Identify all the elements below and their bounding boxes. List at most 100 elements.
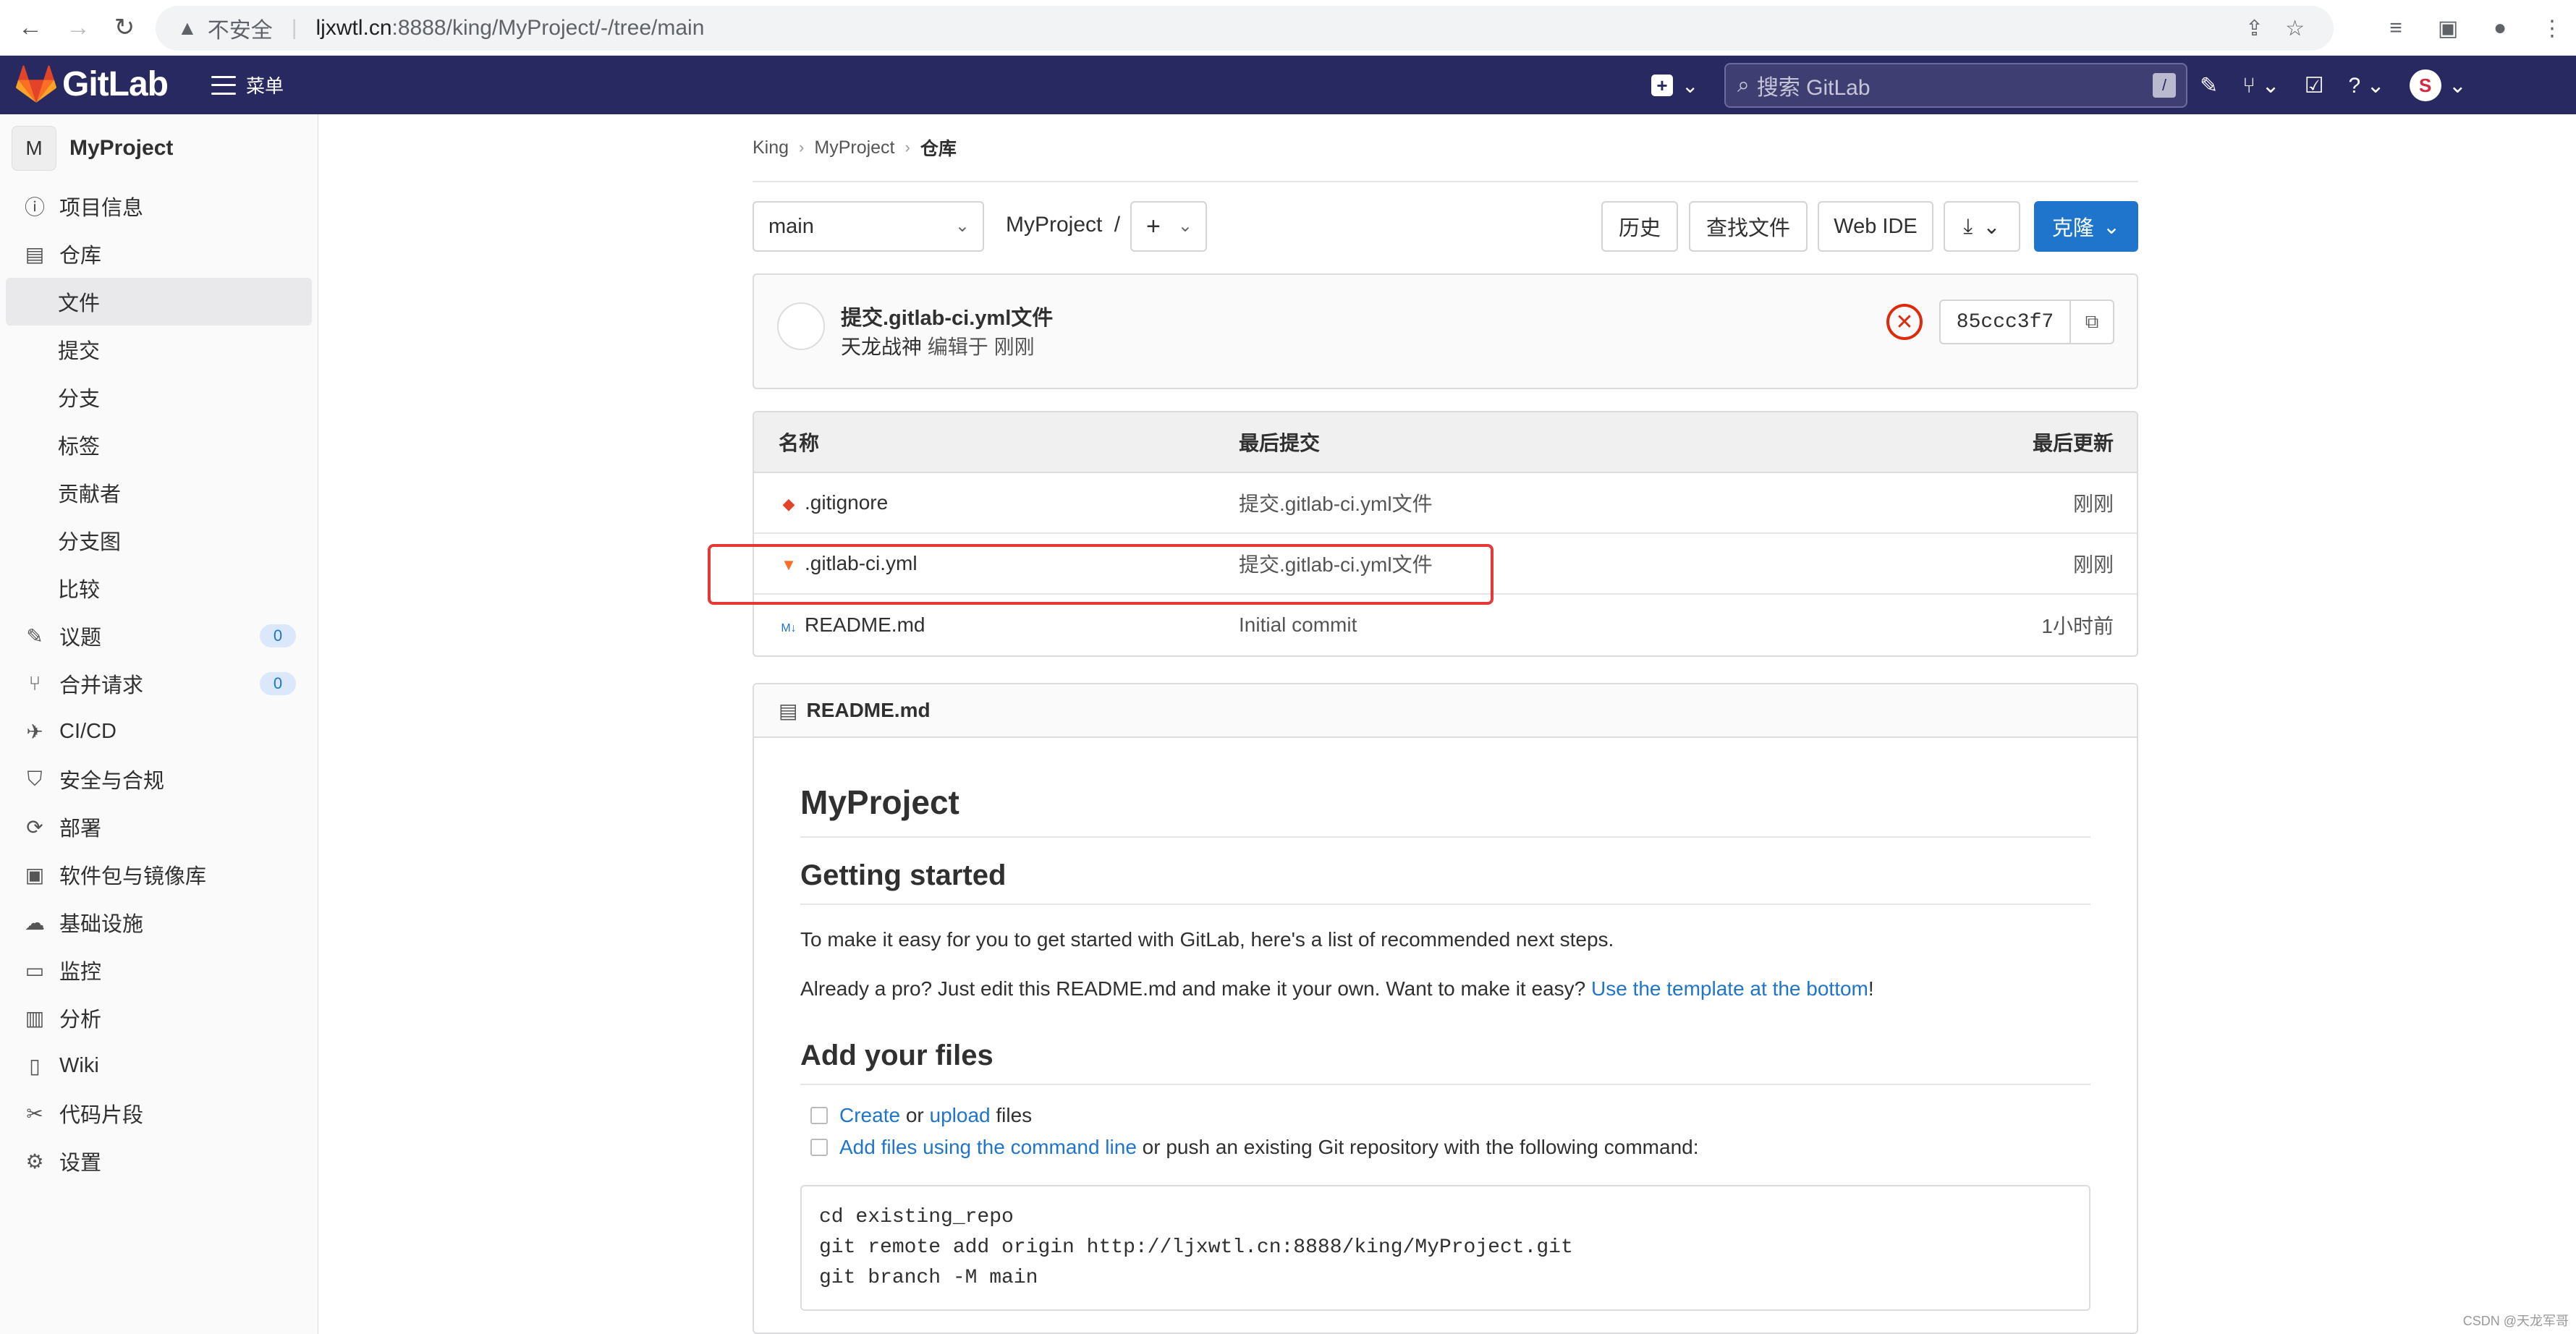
task-checkbox[interactable] [810, 1107, 828, 1124]
book-icon: ▯ [29, 1054, 41, 1077]
file-updated: 刚刚 [2072, 493, 2114, 515]
commit-sha[interactable]: 85ccc3f7 [1939, 299, 2071, 344]
help-icon[interactable]: ? ⌄ [2349, 73, 2385, 98]
clone-button[interactable]: 克隆 ⌄ [2034, 201, 2138, 252]
markdown-file-icon: M↓ [781, 622, 797, 634]
reload-icon[interactable]: ↻ [103, 6, 146, 49]
user-menu[interactable]: S ⌄ [2409, 69, 2467, 101]
more-menu-icon[interactable]: ⋮ [2535, 12, 2569, 45]
sidebar-item-analytics[interactable]: ▥ 分析 [0, 994, 318, 1042]
sidebar-item-deployments[interactable]: ⟳ 部署 [0, 803, 318, 851]
sidebar-item-cicd[interactable]: ✈ CI/CD [0, 708, 318, 755]
sidebar-item-compare[interactable]: 比较 [0, 564, 318, 612]
sidebar-item-wiki[interactable]: ▯ Wiki [0, 1042, 318, 1089]
profile-icon[interactable]: ● [2483, 12, 2517, 45]
main-menu-button[interactable]: 菜单 [211, 72, 284, 98]
download-icon: ⤓ [1963, 214, 1973, 238]
gitlab-wordmark: GitLab [62, 65, 169, 103]
pipeline-failed-icon[interactable]: ✕ [1886, 304, 1923, 340]
project-sidebar: M MyProject ⓘ 项目信息 ▤ 仓库 文件 提交 分支 标签 贡献者 分支… [0, 114, 318, 1334]
sidebar-item-repository[interactable]: ▤ 仓库 [0, 230, 318, 278]
address-bar[interactable]: ▲ 不安全 | ljxwtl.cn:8888/king/MyProject/-/… [156, 6, 2334, 51]
sidebar-item-packages[interactable]: ▣ 软件包与镜像库 [0, 851, 318, 898]
bookmark-star-icon[interactable]: ☆ [2285, 16, 2305, 41]
sidebar-item-commits[interactable]: 提交 [0, 326, 318, 373]
package-icon: ▣ [25, 863, 45, 886]
sidebar-item-settings[interactable]: ⚙ 设置 [0, 1137, 318, 1185]
sidebar-item-graph[interactable]: 分支图 [0, 517, 318, 564]
sidebar-item-branches[interactable]: 分支 [0, 373, 318, 421]
copy-icon[interactable]: ⧉ [2069, 299, 2114, 344]
template-link[interactable]: Use the template at the bottom [1591, 977, 1868, 1000]
watermark: CSDN @天龙军哥 [2462, 1314, 2569, 1328]
breadcrumb-item[interactable]: MyProject [814, 137, 894, 158]
reading-list-icon[interactable]: ≡ [2379, 12, 2412, 45]
repo-toolbar: main ⌄ MyProject / + ⌄ 历史 查找文件 Web IDE ⤓… [753, 182, 2138, 273]
sidebar-project-header[interactable]: M MyProject [0, 114, 318, 182]
merge-requests-icon[interactable]: ⑂ ⌄ [2242, 73, 2279, 98]
task-list-item: Add files using the command line or push… [800, 1136, 2090, 1159]
chevron-right-icon: › [799, 138, 805, 156]
web-ide-button[interactable]: Web IDE [1818, 201, 1933, 252]
sidebar-item-project-info[interactable]: ⓘ 项目信息 [0, 182, 318, 230]
side-panel-icon[interactable]: ▣ [2431, 12, 2465, 45]
file-updated: 1小时前 [2041, 615, 2114, 637]
download-button[interactable]: ⤓ ⌄ [1944, 201, 2020, 252]
sidebar-item-label: 基础设施 [59, 913, 144, 936]
history-button[interactable]: 历史 [1601, 201, 1678, 252]
url-host: ljxwtl.cn [315, 16, 392, 40]
sidebar-item-label: 仓库 [59, 245, 102, 268]
repo-path-root[interactable]: MyProject [1006, 213, 1102, 237]
readme-filename[interactable]: README.md [806, 699, 930, 722]
task-text: or [900, 1104, 930, 1126]
sidebar-item-monitor[interactable]: ▭ 监控 [0, 946, 318, 994]
document-icon: ▤ [25, 242, 45, 265]
create-new-button[interactable]: + ⌄ [1651, 69, 1716, 102]
chevron-down-icon: ⌄ [954, 216, 970, 236]
breadcrumb-current[interactable]: 仓库 [920, 135, 957, 161]
sidebar-item-label: 文件 [58, 292, 101, 315]
upload-link[interactable]: upload [930, 1104, 991, 1127]
todos-icon[interactable]: ☑ [2305, 73, 2324, 98]
sidebar-item-contributors[interactable]: 贡献者 [0, 469, 318, 517]
commit-author[interactable]: 天龙战神 [841, 336, 922, 358]
rocket-icon: ✈ [26, 720, 43, 743]
main-content: King › MyProject › 仓库 main ⌄ MyProject /… [753, 114, 2138, 1334]
search-input[interactable]: ⌕ 搜索 GitLab / [1724, 63, 2187, 108]
task-checkbox[interactable] [810, 1139, 828, 1156]
column-header-name: 名称 [779, 432, 820, 454]
issues-icon[interactable]: ✎ [2200, 73, 2218, 98]
sidebar-item-security[interactable]: ⛉ 安全与合规 [0, 755, 318, 803]
file-last-commit[interactable]: 提交.gitlab-ci.yml文件 [1239, 488, 1433, 517]
readme-panel: ▤ README.md MyProject Getting started To… [753, 683, 2138, 1334]
table-row[interactable]: ◆ .gitignore 提交.gitlab-ci.yml文件 刚刚 [754, 473, 2137, 534]
file-last-commit[interactable]: Initial commit [1239, 613, 1357, 637]
forward-arrow-icon[interactable]: → [56, 6, 100, 49]
file-tree-table: 名称 最后提交 最后更新 ◆ .gitignore 提交.gitlab-ci.ym… [753, 411, 2138, 657]
sidebar-item-issues[interactable]: ✎ 议题 0 [0, 612, 318, 660]
sidebar-item-files[interactable]: 文件 [6, 278, 312, 326]
file-name[interactable]: .gitignore [805, 491, 888, 514]
gitlab-logo[interactable]: GitLab [16, 64, 169, 104]
file-document-icon: ▤ [779, 699, 798, 722]
sidebar-item-merge-requests[interactable]: ⑂ 合并请求 0 [0, 660, 318, 708]
create-link[interactable]: Create [839, 1104, 900, 1127]
sidebar-item-label: 分析 [59, 1008, 102, 1032]
sidebar-item-snippets[interactable]: ✂ 代码片段 [0, 1089, 318, 1137]
sidebar-item-label: 比较 [58, 579, 101, 602]
sidebar-item-label: 分支图 [58, 531, 122, 554]
branch-selector[interactable]: main ⌄ [753, 201, 984, 252]
share-icon[interactable]: ⇪ [2245, 16, 2263, 41]
sidebar-item-infrastructure[interactable]: ☁ 基础设施 [0, 898, 318, 946]
add-to-tree-button[interactable]: + ⌄ [1130, 201, 1207, 252]
find-file-button[interactable]: 查找文件 [1689, 201, 1808, 252]
command-line-link[interactable]: Add files using the command line [839, 1136, 1137, 1159]
deployments-icon: ⟳ [26, 815, 43, 838]
sidebar-item-tags[interactable]: 标签 [0, 421, 318, 469]
readme-body: MyProject Getting started To make it eas… [754, 738, 2137, 1311]
commit-title[interactable]: 提交.gitlab-ci.yml文件 [841, 301, 1053, 331]
breadcrumb-item[interactable]: King [753, 137, 789, 158]
back-arrow-icon[interactable]: ← [9, 6, 52, 49]
code-line: cd existing_repo [819, 1206, 1014, 1228]
file-name[interactable]: README.md [805, 613, 925, 636]
